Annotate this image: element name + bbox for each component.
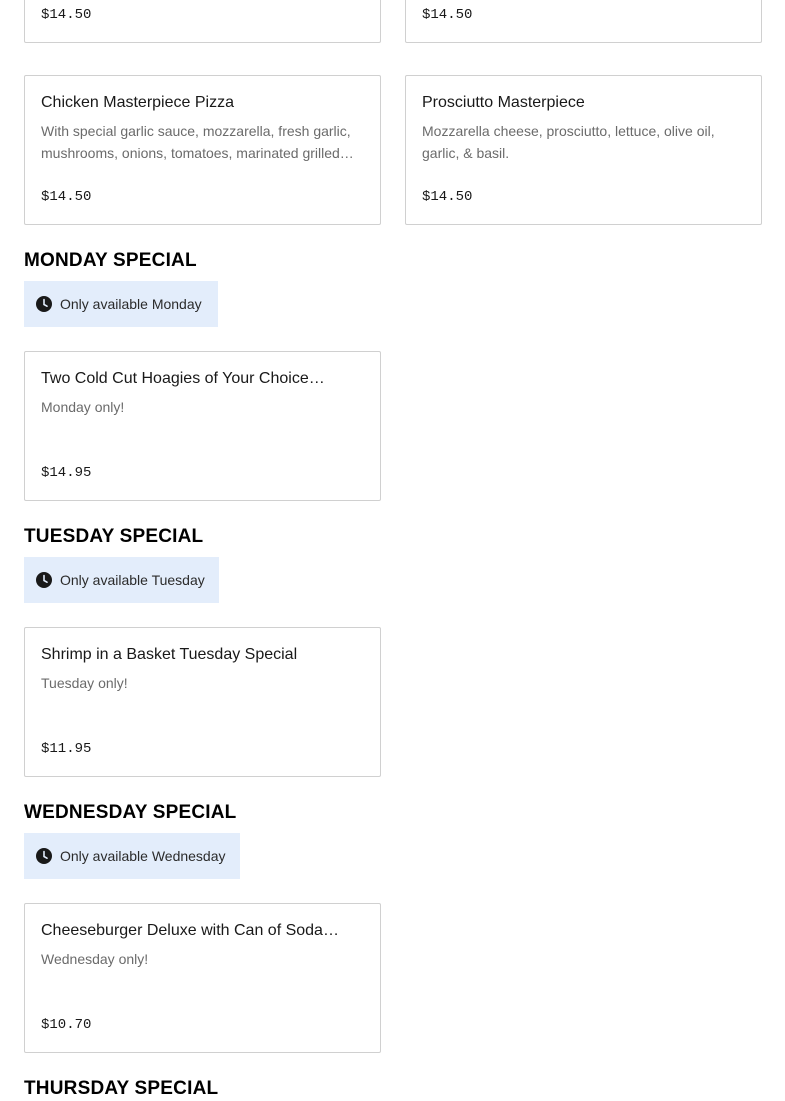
item-description: Tuesday only! — [41, 675, 128, 691]
item-price: $10.70 — [41, 1017, 92, 1033]
menu-page: $14.50 $14.50 Chicken Masterpiece Pizza … — [0, 0, 785, 1101]
item-price: $14.50 — [422, 7, 473, 23]
menu-item-card[interactable]: Chicken Masterpiece Pizza With special g… — [24, 75, 381, 225]
item-title: Chicken Masterpiece Pizza — [41, 94, 234, 111]
menu-item-card[interactable]: Cheeseburger Deluxe with Can of Soda… We… — [24, 903, 381, 1053]
section-heading-wednesday: WEDNESDAY SPECIAL — [24, 802, 237, 823]
menu-item-card[interactable]: Two Cold Cut Hoagies of Your Choice… Mon… — [24, 351, 381, 501]
section-heading-tuesday: TUESDAY SPECIAL — [24, 526, 204, 547]
item-price: $14.50 — [41, 189, 92, 205]
menu-item-card[interactable]: Prosciutto Masterpiece Mozzarella cheese… — [405, 75, 762, 225]
item-price: $11.95 — [41, 741, 92, 757]
item-description: Monday only! — [41, 399, 125, 415]
item-title: Two Cold Cut Hoagies of Your Choice… — [41, 370, 325, 387]
menu-item-card[interactable]: Shrimp in a Basket Tuesday Special Tuesd… — [24, 627, 381, 777]
availability-badge: Only available Tuesday — [24, 557, 219, 603]
availability-badge: Only available Wednesday — [24, 833, 240, 879]
availability-text: Only available Monday — [60, 296, 202, 312]
item-description: Mozzarella cheese, prosciutto, lettuce, … — [422, 123, 715, 161]
clock-icon — [36, 572, 52, 588]
availability-badge: Only available Monday — [24, 281, 218, 327]
item-price: $14.50 — [41, 7, 92, 23]
menu-item-card[interactable]: $14.50 — [24, 0, 381, 43]
item-price: $14.95 — [41, 465, 92, 481]
item-price: $14.50 — [422, 189, 473, 205]
section-heading-thursday: THURSDAY SPECIAL — [24, 1078, 219, 1099]
item-title: Cheeseburger Deluxe with Can of Soda… — [41, 922, 339, 939]
item-title: Prosciutto Masterpiece — [422, 94, 585, 111]
availability-text: Only available Tuesday — [60, 572, 205, 588]
menu-item-card[interactable]: $14.50 — [405, 0, 762, 43]
availability-text: Only available Wednesday — [60, 848, 226, 864]
item-title: Shrimp in a Basket Tuesday Special — [41, 646, 298, 663]
clock-icon — [36, 848, 52, 864]
clock-icon — [36, 296, 52, 312]
item-description: With special garlic sauce, mozzarella, f… — [41, 123, 354, 161]
item-description: Wednesday only! — [41, 951, 149, 967]
section-heading-monday: MONDAY SPECIAL — [24, 250, 197, 271]
